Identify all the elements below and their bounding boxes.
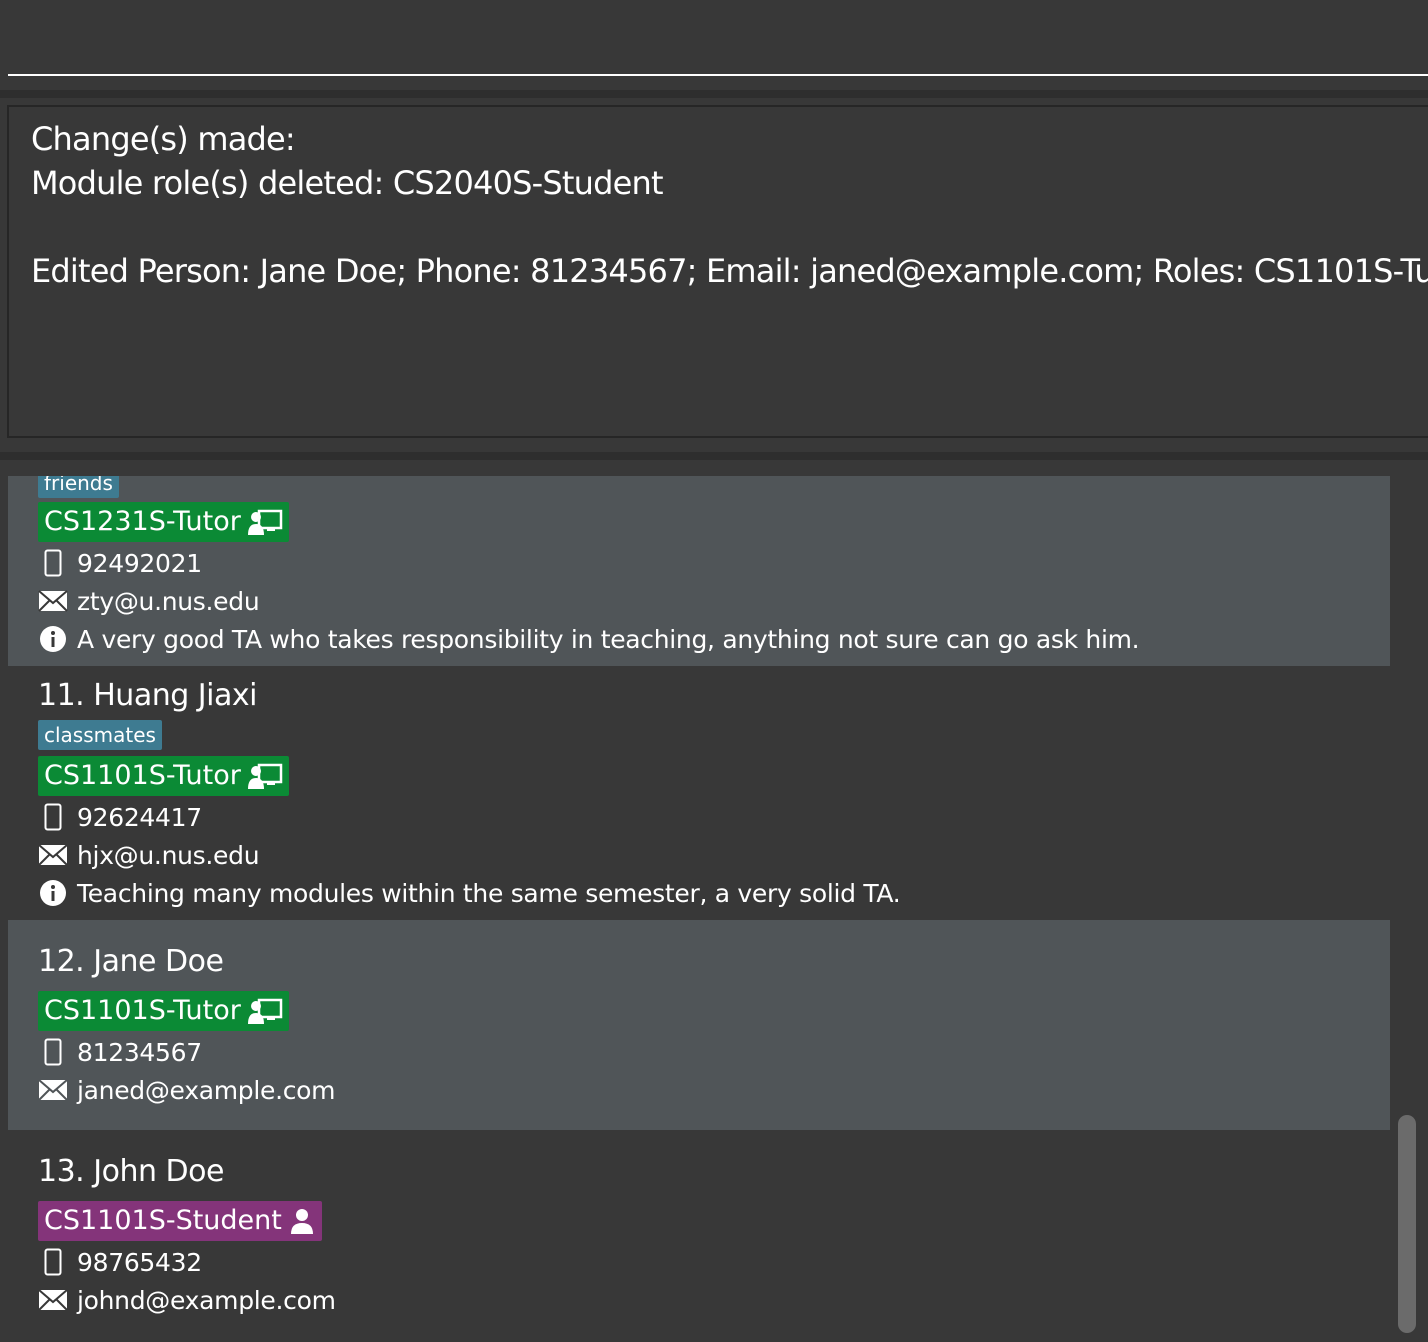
description-text: Teaching many modules within the same se… [77,878,901,908]
role-text: CS1101S-Tutor [44,760,241,791]
phone-icon [38,1038,68,1066]
role-text: CS1101S-Student [44,1205,282,1236]
result-display[interactable]: Change(s) made: Module role(s) deleted: … [7,105,1428,438]
info-icon [38,879,68,907]
person-card[interactable]: 13. John Doe CS1101S-Student 98765432 jo… [8,1130,1390,1342]
command-input[interactable] [8,0,1428,76]
role-label: CS1101S-Tutor [38,756,289,796]
email-icon [38,841,68,869]
command-box [0,0,1428,80]
phone-row: 92624417 [38,801,202,833]
email-text: hjx@u.nus.edu [77,840,260,870]
description-row: A very good TA who takes responsibility … [38,623,1140,655]
email-icon [38,587,68,615]
person-name: 13. John Doe [38,1154,224,1189]
email-icon [38,1286,68,1314]
description-text: A very good TA who takes responsibility … [77,624,1140,654]
tag-label: classmates [38,720,162,750]
person-card[interactable]: friends CS1231S-Tutor 92492021 zty@u.nus… [8,476,1390,666]
result-line: Module role(s) deleted: CS2040S-Student [31,164,664,202]
student-icon [288,1207,316,1235]
person-name: 12. Jane Doe [38,944,224,979]
phone-row: 92492021 [38,547,202,579]
person-card[interactable]: 12. Jane Doe CS1101S-Tutor 81234567 jane… [8,920,1390,1130]
tag-label: friends [38,476,119,498]
result-line: Edited Person: Jane Doe; Phone: 81234567… [31,252,1428,290]
email-text: zty@u.nus.edu [77,586,260,616]
role-text: CS1231S-Tutor [44,506,241,537]
tutor-icon [247,997,283,1025]
phone-text: 92624417 [77,802,202,832]
email-row: johnd@example.com [38,1284,336,1316]
email-row: zty@u.nus.edu [38,585,260,617]
phone-icon [38,1248,68,1276]
phone-text: 98765432 [77,1247,202,1277]
phone-icon [38,549,68,577]
result-line: Change(s) made: [31,120,296,158]
divider [0,90,1428,98]
role-label: CS1101S-Student [38,1201,322,1241]
tutor-icon [247,508,283,536]
person-list[interactable]: friends CS1231S-Tutor 92492021 zty@u.nus… [8,476,1390,1342]
phone-text: 92492021 [77,548,202,578]
email-text: johnd@example.com [77,1285,336,1315]
phone-icon [38,803,68,831]
email-row: janed@example.com [38,1074,336,1106]
person-name: 11. Huang Jiaxi [38,678,257,713]
role-text: CS1101S-Tutor [44,995,241,1026]
email-row: hjx@u.nus.edu [38,839,260,871]
tutor-icon [247,762,283,790]
phone-row: 98765432 [38,1246,202,1278]
scrollbar-thumb[interactable] [1398,1115,1416,1333]
role-label: CS1101S-Tutor [38,991,289,1031]
person-card[interactable]: 11. Huang Jiaxi classmates CS1101S-Tutor… [8,666,1390,920]
description-row: Teaching many modules within the same se… [38,877,901,909]
divider [0,452,1428,460]
info-icon [38,625,68,653]
role-label: CS1231S-Tutor [38,502,289,542]
phone-text: 81234567 [77,1037,202,1067]
email-text: janed@example.com [77,1075,336,1105]
email-icon [38,1076,68,1104]
phone-row: 81234567 [38,1036,202,1068]
